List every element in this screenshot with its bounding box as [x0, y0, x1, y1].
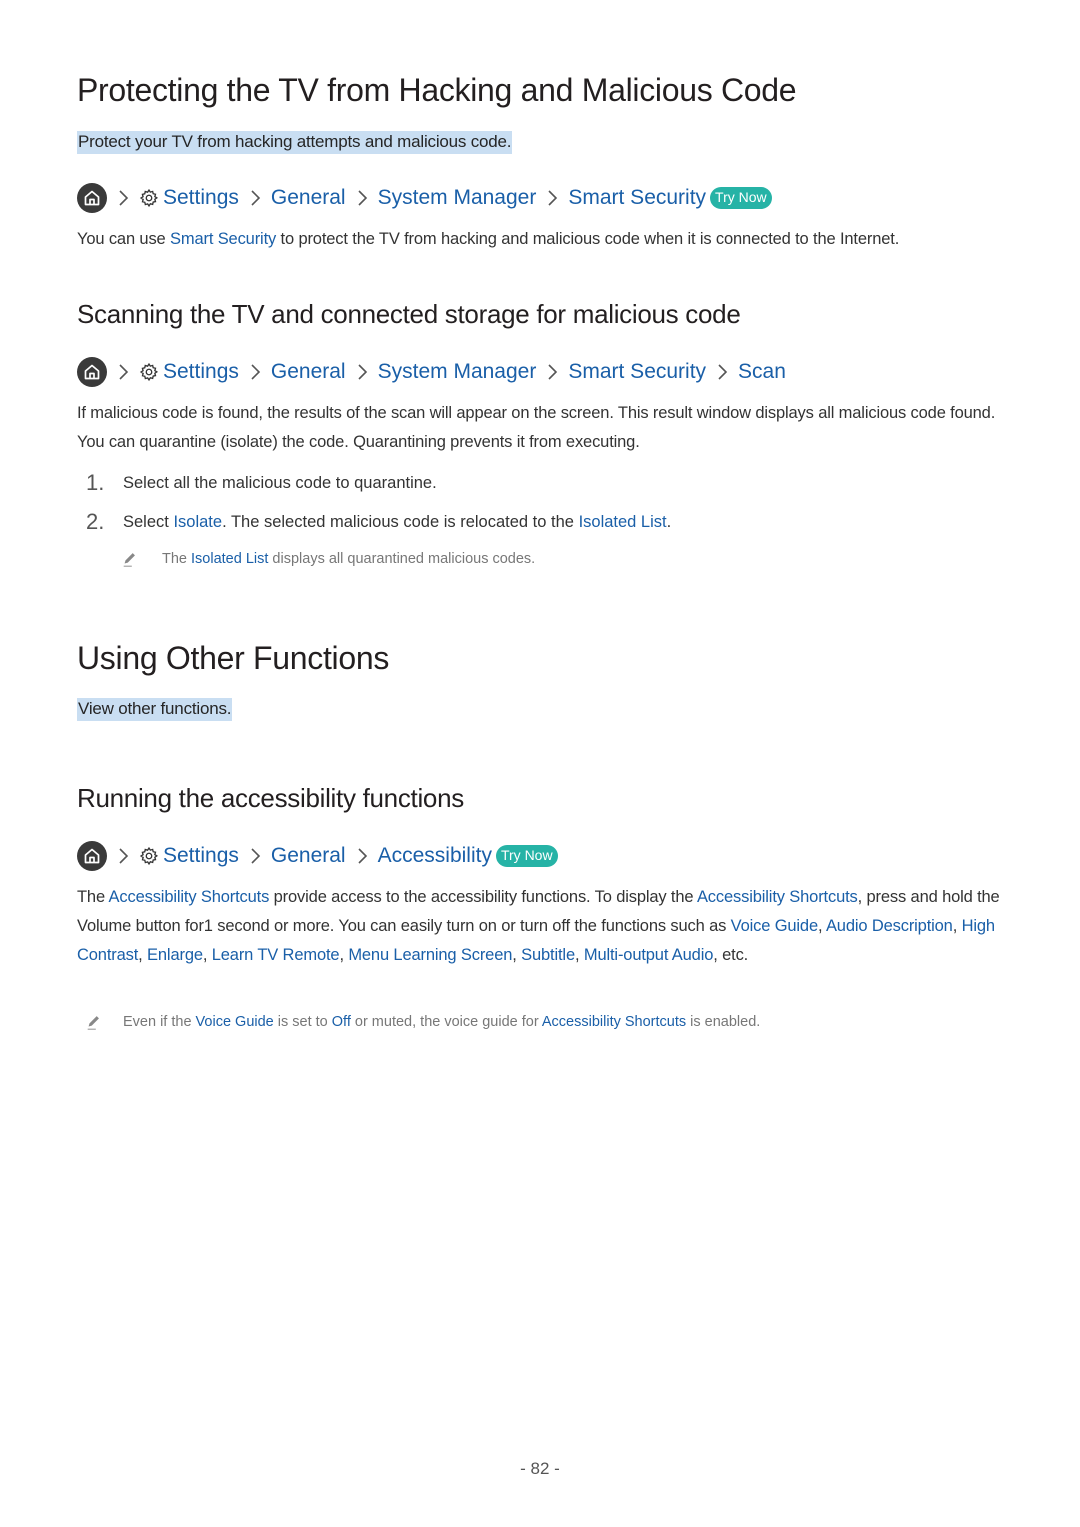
gear-icon	[139, 846, 159, 866]
section-intro-other-functions: View other functions.	[77, 698, 233, 721]
chevron-right-icon	[712, 362, 732, 382]
breadcrumb-settings[interactable]: Settings	[163, 186, 239, 210]
text: displays all quarantined malicious codes…	[268, 551, 536, 567]
section-title-other-functions: Using Other Functions	[77, 640, 390, 676]
page-number: - 82 -	[520, 1459, 560, 1478]
paragraph-accessibility-shortcuts: The Accessibility Shortcuts provide acce…	[77, 883, 1012, 970]
subsection-title-scanning: Scanning the TV and connected storage fo…	[77, 299, 741, 329]
home-icon	[77, 357, 107, 387]
pencil-note-icon	[121, 550, 139, 568]
link-voice-guide[interactable]: Voice Guide	[196, 1014, 274, 1030]
link-accessibility-shortcuts[interactable]: Accessibility Shortcuts	[109, 888, 270, 906]
text: ,	[817, 917, 826, 935]
breadcrumb-scan[interactable]: Scan	[738, 360, 786, 384]
text: , etc.	[713, 946, 749, 964]
home-icon	[77, 841, 107, 871]
chevron-right-icon	[113, 362, 133, 382]
breadcrumb-smart-security[interactable]: Smart Security	[568, 360, 706, 384]
text: The	[162, 551, 192, 567]
chevron-right-icon	[352, 362, 372, 382]
link-accessibility-shortcuts[interactable]: Accessibility Shortcuts	[697, 888, 858, 906]
chevron-right-icon	[113, 188, 133, 208]
text: or muted, the voice guide for	[350, 1014, 542, 1030]
breadcrumb-accessibility: Settings General Accessibility Try Now	[77, 841, 558, 871]
link-off[interactable]: Off	[332, 1014, 351, 1030]
note-isolated-list: The Isolated List displays all quarantin…	[162, 551, 535, 567]
try-now-button[interactable]: Try Now	[710, 187, 772, 209]
breadcrumb-system-manager[interactable]: System Manager	[378, 186, 537, 210]
breadcrumb-accessibility[interactable]: Accessibility	[378, 844, 492, 868]
pencil-note-icon	[85, 1013, 103, 1031]
breadcrumb-settings[interactable]: Settings	[163, 844, 239, 868]
text: provide access to the accessibility func…	[269, 888, 697, 906]
breadcrumb-smart-security: Settings General System Manager Smart Se…	[77, 183, 772, 213]
chevron-right-icon	[352, 846, 372, 866]
subsection-title-accessibility: Running the accessibility functions	[77, 783, 464, 813]
link-voice-guide[interactable]: Voice Guide	[731, 917, 818, 935]
text: to protect the TV from hacking and malic…	[276, 230, 900, 248]
text: .	[666, 513, 672, 531]
text: ,	[202, 946, 212, 964]
text: ,	[138, 946, 148, 964]
link-multi-output-audio[interactable]: Multi-output Audio	[584, 946, 714, 964]
text: ,	[512, 946, 522, 964]
paragraph-smart-security: You can use Smart Security to protect th…	[77, 225, 1017, 254]
chevron-right-icon	[542, 188, 562, 208]
link-learn-tv-remote[interactable]: Learn TV Remote	[212, 946, 340, 964]
step-number: 1.	[86, 470, 105, 495]
gear-icon	[139, 362, 159, 382]
text: Select	[123, 513, 174, 531]
step-2-text: Select Isolate. The selected malicious c…	[123, 513, 671, 532]
chevron-right-icon	[245, 188, 265, 208]
text: Even if the	[123, 1014, 196, 1030]
text: ,	[574, 946, 584, 964]
link-enlarge[interactable]: Enlarge	[147, 946, 203, 964]
breadcrumb-general[interactable]: General	[271, 360, 346, 384]
text: is set to	[273, 1014, 332, 1030]
section-intro-protecting: Protect your TV from hacking attempts an…	[77, 131, 513, 154]
link-smart-security[interactable]: Smart Security	[170, 230, 276, 248]
chevron-right-icon	[245, 846, 265, 866]
link-isolate[interactable]: Isolate	[173, 513, 222, 531]
note-voice-guide: Even if the Voice Guide is set to Off or…	[123, 1014, 760, 1030]
text: ,	[952, 917, 962, 935]
text: You can use	[77, 230, 171, 248]
chevron-right-icon	[245, 362, 265, 382]
text: is enabled.	[686, 1014, 761, 1030]
breadcrumb-system-manager[interactable]: System Manager	[378, 360, 537, 384]
link-subtitle[interactable]: Subtitle	[521, 946, 575, 964]
gear-icon	[139, 188, 159, 208]
breadcrumb-scan: Settings General System Manager Smart Se…	[77, 357, 786, 387]
step-number: 2.	[86, 509, 105, 534]
breadcrumb-general[interactable]: General	[271, 186, 346, 210]
text: The	[77, 888, 109, 906]
chevron-right-icon	[113, 846, 133, 866]
link-accessibility-shortcuts[interactable]: Accessibility Shortcuts	[542, 1014, 686, 1030]
breadcrumb-settings[interactable]: Settings	[163, 360, 239, 384]
chevron-right-icon	[352, 188, 372, 208]
link-audio-description[interactable]: Audio Description	[826, 917, 953, 935]
try-now-button[interactable]: Try Now	[495, 845, 558, 867]
step-1-text: Select all the malicious code to quarant…	[123, 474, 437, 492]
breadcrumb-general[interactable]: General	[271, 844, 346, 868]
breadcrumb-smart-security[interactable]: Smart Security	[568, 186, 706, 210]
link-isolated-list[interactable]: Isolated List	[191, 551, 268, 567]
section-title-protecting: Protecting the TV from Hacking and Malic…	[77, 72, 797, 108]
home-icon	[77, 183, 107, 213]
text: ,	[339, 946, 349, 964]
chevron-right-icon	[542, 362, 562, 382]
paragraph-scan-results: If malicious code is found, the results …	[77, 404, 996, 451]
link-menu-learning-screen[interactable]: Menu Learning Screen	[348, 946, 512, 964]
link-isolated-list[interactable]: Isolated List	[579, 513, 667, 531]
text: . The selected malicious code is relocat…	[222, 513, 579, 531]
